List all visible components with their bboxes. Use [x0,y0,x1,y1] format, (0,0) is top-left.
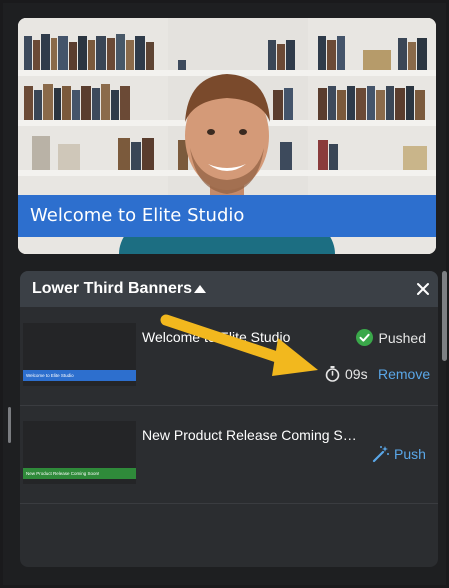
panel-title: Lower Third Banners [32,280,193,297]
app-frame: Welcome to Elite Studio Lower Third Bann… [0,0,449,588]
push-button[interactable]: Push [372,445,426,463]
push-label: Push [394,446,426,462]
thumbnail-banner-text: Welcome to Elite Studio [23,370,136,381]
check-circle-icon [355,329,373,346]
banner-thumbnail: New Product Release Coming Soon! [23,421,136,484]
lower-third-panel: Lower Third Banners Welcome to Elite Stu… [20,271,438,567]
scrollbar-thumb[interactable] [442,271,447,361]
banner-timer: 09s [325,366,368,382]
banner-thumbnail: Welcome to Elite Studio [23,323,136,386]
resize-handle[interactable] [8,407,11,443]
magic-wand-icon [372,446,389,463]
stopwatch-icon [325,366,340,382]
panel-header[interactable]: Lower Third Banners [20,271,438,307]
thumbnail-banner-text: New Product Release Coming Soon! [23,468,136,479]
close-icon[interactable] [416,282,430,296]
remove-button[interactable]: Remove [378,366,430,382]
banner-row[interactable]: New Product Release Coming Soon! New Pro… [20,405,438,504]
pushed-status: Pushed [355,329,426,346]
banner-title: New Product Release Coming So... [142,427,362,443]
banner-row[interactable]: Welcome to Elite Studio Welcome to Elite… [20,307,438,406]
status-label: Pushed [378,329,426,346]
timer-value: 09s [345,366,368,382]
caret-up-icon[interactable] [192,282,208,296]
banner-title: Welcome to Elite Studio [142,329,291,345]
video-preview: Welcome to Elite Studio [18,18,436,254]
preview-banner-text: Welcome to Elite Studio [18,195,436,237]
